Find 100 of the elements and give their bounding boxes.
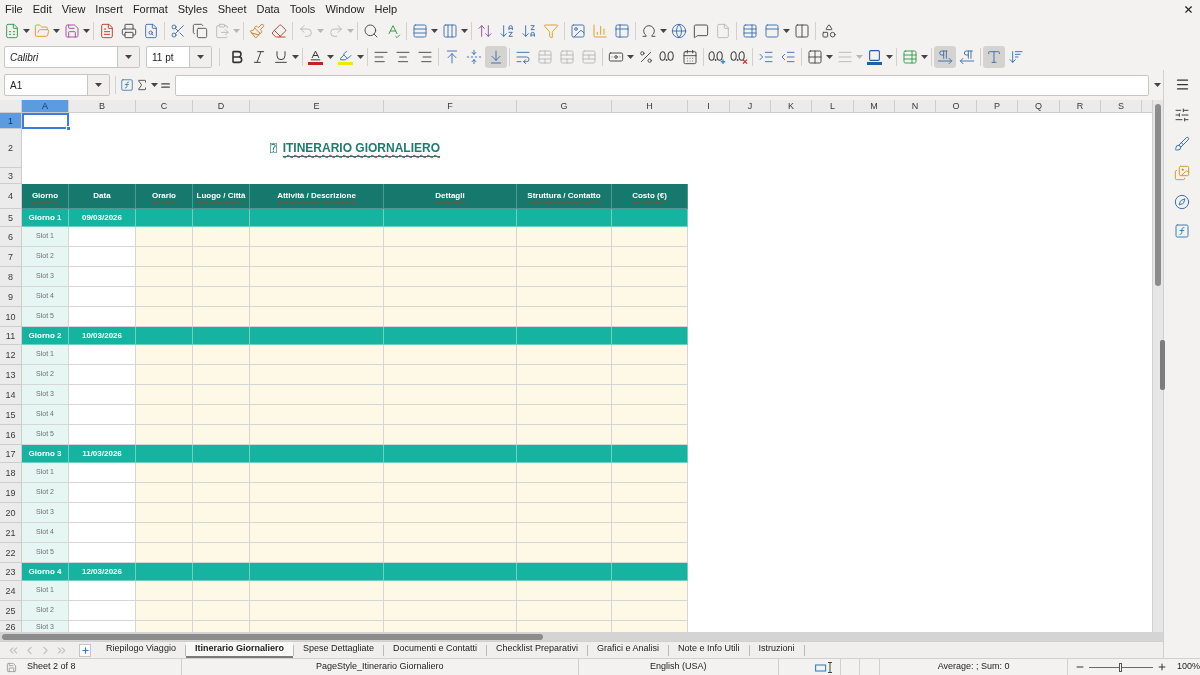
menu-item[interactable]: File	[0, 0, 28, 18]
sheet-tab[interactable]: Note e Info Utili	[669, 642, 749, 658]
menu-item[interactable]: Help	[369, 0, 403, 18]
row-header[interactable]: 1	[0, 113, 22, 129]
row-header[interactable]: 12	[0, 345, 22, 365]
row-header[interactable]: 2	[0, 129, 22, 168]
column-header[interactable]: D	[193, 100, 250, 113]
column-header[interactable]: G	[517, 100, 612, 113]
sheet-tab[interactable]: Itinerario Giornaliero	[185, 642, 293, 658]
slider-thumb[interactable]	[1119, 662, 1123, 672]
active-cell[interactable]	[22, 113, 69, 129]
row-header[interactable]: 13	[0, 365, 22, 385]
row-header[interactable]: 9	[0, 287, 22, 307]
sheet-tab[interactable]: Spese Dettagliate	[293, 642, 383, 658]
column-header[interactable]: L	[812, 100, 854, 113]
close-icon	[1182, 3, 1194, 15]
spell-check-icon	[385, 23, 401, 39]
horizontal-scrollbar[interactable]	[0, 632, 1163, 641]
left-to-right-button[interactable]	[934, 46, 956, 68]
dropdown-button[interactable]	[117, 47, 139, 67]
menu-item[interactable]: View	[56, 0, 91, 18]
fill-handle[interactable]	[66, 126, 71, 131]
column-header[interactable]: C	[136, 100, 193, 113]
table-cell	[136, 209, 193, 227]
row-header[interactable]: 16	[0, 425, 22, 445]
sheet-tab[interactable]: Grafici e Analisi	[588, 642, 669, 658]
sheet-tab[interactable]: Riepilogo Viaggio	[97, 642, 185, 658]
row-header[interactable]: 20	[0, 503, 22, 523]
table-cell	[193, 601, 250, 621]
column-header[interactable]: B	[69, 100, 136, 113]
menu-item[interactable]: Insert	[90, 0, 128, 18]
menu-item[interactable]: Styles	[172, 0, 213, 18]
menu-item[interactable]: Data	[251, 0, 285, 18]
menu-item[interactable]: Sheet	[212, 0, 252, 18]
row-header[interactable]: 21	[0, 523, 22, 543]
column-header[interactable]: H	[612, 100, 688, 113]
sidebar-collapse-handle[interactable]	[1160, 340, 1165, 390]
column-header[interactable]: I	[688, 100, 730, 113]
row-header[interactable]: 5	[0, 209, 22, 227]
row-header[interactable]: 17	[0, 445, 22, 463]
menu-item[interactable]: Window	[320, 0, 370, 18]
omega-icon	[640, 23, 657, 39]
column-header[interactable]: E	[250, 100, 384, 113]
row-header[interactable]: 18	[0, 463, 22, 483]
row-header[interactable]: 4	[0, 184, 22, 209]
table-cell	[136, 581, 193, 601]
decimal-cross-icon	[730, 50, 748, 64]
column-header[interactable]: N	[895, 100, 936, 113]
row-header[interactable]: 25	[0, 601, 22, 621]
sheet-tab[interactable]: Documenti e Contatti	[383, 642, 486, 658]
horizontal-text-button[interactable]	[983, 46, 1005, 68]
column-header[interactable]: R	[1060, 100, 1101, 113]
menu-item[interactable]: Tools	[284, 0, 321, 18]
table-cell: Giorno 2	[22, 327, 69, 345]
menu-item[interactable]: Format	[127, 0, 173, 18]
font-size-box[interactable]: 11 pt	[146, 46, 212, 68]
row-header[interactable]: 23	[0, 563, 22, 581]
table-cell	[193, 345, 250, 365]
scrollbar-thumb[interactable]	[2, 633, 543, 640]
column-header[interactable]: F	[384, 100, 517, 113]
column-header[interactable]: J	[730, 100, 771, 113]
row-header[interactable]: 11	[0, 327, 22, 345]
add-sheet-button[interactable]	[79, 643, 91, 657]
images-icon	[1174, 165, 1190, 181]
table-cell	[193, 287, 250, 307]
column-header[interactable]: P	[977, 100, 1018, 113]
row-header[interactable]: 14	[0, 385, 22, 405]
row-header[interactable]: 24	[0, 581, 22, 601]
row-header[interactable]: 3	[0, 168, 22, 184]
vertical-scrollbar[interactable]	[1152, 100, 1163, 632]
column-header[interactable]: K	[771, 100, 812, 113]
row-header[interactable]: 15	[0, 405, 22, 425]
sort-icon	[477, 23, 493, 39]
row-header[interactable]: 10	[0, 307, 22, 327]
scrollbar-thumb[interactable]	[1155, 104, 1161, 286]
column-header[interactable]: M	[854, 100, 895, 113]
sheet-tab[interactable]: Istruzioni	[749, 642, 804, 658]
column-header[interactable]: O	[936, 100, 977, 113]
row-header[interactable]: 22	[0, 543, 22, 563]
column-header[interactable]: S	[1101, 100, 1142, 113]
zoom-in-button[interactable]	[1156, 661, 1168, 673]
row-header[interactable]: 8	[0, 267, 22, 287]
decimal-plus-icon	[708, 50, 726, 64]
dropdown-button[interactable]	[87, 75, 109, 95]
dropdown-button[interactable]	[189, 47, 211, 67]
name-box[interactable]: A1	[4, 74, 110, 96]
column-header[interactable]: A	[22, 100, 69, 113]
row-header[interactable]: 6	[0, 227, 22, 247]
row-header[interactable]: 7	[0, 247, 22, 267]
table-cell	[69, 601, 136, 621]
row-header[interactable]: 19	[0, 483, 22, 503]
column-header[interactable]: Q	[1018, 100, 1060, 113]
formula-input[interactable]	[175, 74, 1150, 96]
close-button[interactable]	[1182, 3, 1194, 15]
sheet-tab[interactable]: Checklist Preparativi	[487, 642, 588, 658]
align-bottom-button[interactable]	[485, 46, 507, 68]
menu-item[interactable]: Edit	[27, 0, 57, 18]
align-left-icon	[373, 49, 389, 65]
font-name-box[interactable]: Calibri	[4, 46, 140, 68]
table-cell	[193, 581, 250, 601]
